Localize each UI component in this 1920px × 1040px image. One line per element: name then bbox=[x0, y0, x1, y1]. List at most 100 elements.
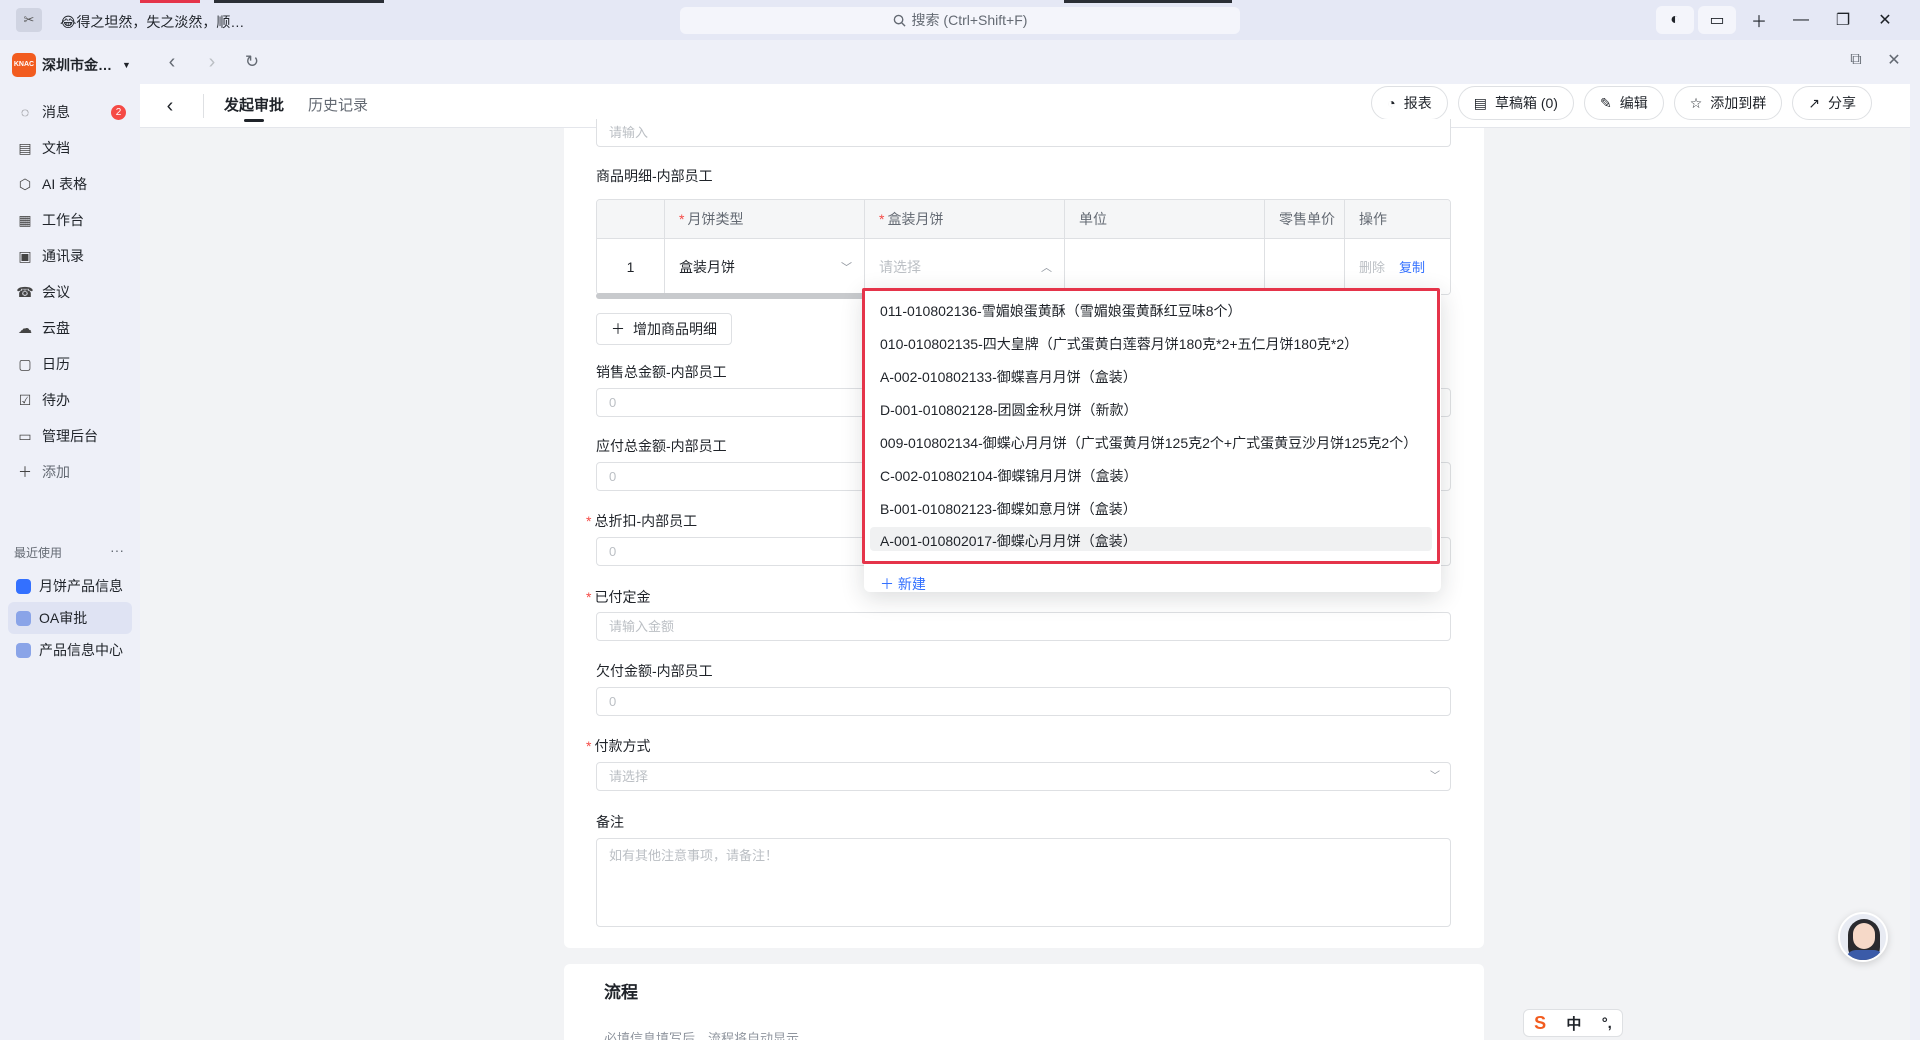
dropdown-option-hovered[interactable]: A-001-010802017-御蝶心月月饼（盒装） bbox=[870, 527, 1432, 551]
ime-mode[interactable]: 中 bbox=[1566, 1013, 1581, 1034]
back-icon[interactable]: ‹ bbox=[158, 48, 186, 76]
sidebar-item-cloud[interactable]: ☁ 云盘 bbox=[10, 310, 132, 346]
sidebar-item-add[interactable]: ＋ 添加 bbox=[10, 454, 132, 490]
type-select[interactable]: 盒装月饼 ﹀ bbox=[665, 239, 865, 294]
sidebar-item-label: 云盘 bbox=[42, 320, 70, 336]
sidebar-item-todo[interactable]: ☑ 待办 bbox=[10, 382, 132, 418]
remark-textarea[interactable]: 如有其他注意事项，请备注！ bbox=[596, 838, 1451, 927]
assistant-avatar[interactable] bbox=[1838, 912, 1888, 962]
tab-strip-marker bbox=[214, 0, 384, 3]
dropdown-option[interactable]: C-002-010802104-御蝶锦月月饼（盒装） bbox=[870, 461, 1432, 491]
add-to-group-button[interactable]: ☆ 添加到群 bbox=[1673, 86, 1783, 120]
recent-title: 最近使用 bbox=[14, 546, 63, 560]
app-icon bbox=[16, 642, 31, 658]
row-index: 1 bbox=[597, 239, 665, 294]
close-icon[interactable]: ✕ bbox=[1866, 6, 1904, 34]
share-button[interactable]: ↗ 分享 bbox=[1792, 86, 1872, 120]
chevron-up-icon: ︿ bbox=[1041, 261, 1052, 274]
unread-badge: 2 bbox=[111, 105, 126, 120]
avatar-face bbox=[1853, 923, 1875, 949]
new-icon[interactable]: ＋ bbox=[1740, 6, 1778, 34]
drafts-label: 草稿箱 (0) bbox=[1494, 95, 1558, 111]
ime-punct[interactable]: °, bbox=[1602, 1015, 1612, 1032]
add-detail-button[interactable]: ＋ 增加商品明细 bbox=[596, 313, 732, 345]
tab-strip-marker bbox=[140, 0, 200, 3]
search-placeholder: 搜索 (Ctrl+Shift+F) bbox=[911, 12, 1028, 28]
new-option-button[interactable]: ＋ 新建 bbox=[880, 574, 926, 594]
previous-field-input[interactable]: 请输入 bbox=[596, 119, 1451, 147]
popout-icon[interactable]: ⧉ bbox=[1844, 48, 1868, 72]
close-tab-icon[interactable]: ✕ bbox=[1882, 48, 1906, 72]
global-search[interactable]: 搜索 (Ctrl+Shift+F) bbox=[680, 7, 1240, 34]
unit-cell bbox=[1065, 239, 1265, 294]
sidebar-item-docs[interactable]: ▤ 文档 bbox=[10, 130, 132, 166]
sidebar-item-ai-table[interactable]: ⬡ AI 表格 bbox=[10, 166, 132, 202]
dropdown-option[interactable]: D-001-010802128-团圆金秋月饼（新款） bbox=[870, 395, 1432, 425]
dropdown-option[interactable]: 010-010802135-四大皇牌（广式蛋黄白莲蓉月饼180克*2+五仁月饼1… bbox=[870, 329, 1432, 359]
org-name: 深圳市金… bbox=[42, 57, 112, 73]
dropdown-option[interactable]: B-001-010802123-御蝶如意月饼（盒装） bbox=[870, 494, 1432, 524]
sidebar-item-label: 通讯录 bbox=[42, 248, 84, 264]
table-scrollbar[interactable] bbox=[596, 293, 866, 299]
share-label: 分享 bbox=[1828, 95, 1856, 111]
delete-link[interactable]: 删除 bbox=[1359, 257, 1385, 276]
col-price: 零售单价 bbox=[1265, 200, 1345, 238]
edit-button[interactable]: ✎ 编辑 bbox=[1583, 86, 1664, 120]
sidebar-item-workbench[interactable]: ▦ 工作台 bbox=[10, 202, 132, 238]
share-icon: ↗ bbox=[1808, 94, 1820, 111]
tab-start-approval[interactable]: 发起审批 bbox=[224, 84, 284, 128]
report-button[interactable]: ◔ 报表 bbox=[1371, 86, 1448, 120]
sidebar-item-label: 日历 bbox=[42, 356, 70, 372]
sidebar-item-admin[interactable]: ▭ 管理后台 bbox=[10, 418, 132, 454]
sidebar-item-meeting[interactable]: ☎ 会议 bbox=[10, 274, 132, 310]
recent-item-mooncake[interactable]: 月饼产品信息 bbox=[8, 570, 132, 602]
plus-icon: ＋ bbox=[611, 321, 625, 337]
chart-icon: ◔ bbox=[1387, 95, 1396, 111]
nav-list: ◌ 消息 2 ▤ 文档 ⬡ AI 表格 ▦ 工作台 ▣ 通讯录 ☎ 会议 ☁ 云盘 ▢ 日历 ☑ 待… bbox=[10, 94, 132, 490]
drafts-button[interactable]: ▤ 草稿箱 (0) bbox=[1457, 86, 1574, 120]
app-icon bbox=[16, 610, 31, 626]
recent-item-label: 月饼产品信息 bbox=[39, 578, 123, 594]
recent-header: 最近使用 ··· bbox=[14, 542, 124, 561]
dropdown-option[interactable]: A-002-010802133-御蝶喜月月饼（盒装） bbox=[870, 362, 1432, 392]
owed-input[interactable]: 0 bbox=[596, 687, 1451, 716]
field-label-owed: 欠付金额-内部员工 bbox=[596, 661, 713, 681]
calendar-icon: ▢ bbox=[18, 355, 32, 372]
caret-down-icon: ▼ bbox=[122, 60, 131, 70]
copy-link[interactable]: 复制 bbox=[1399, 257, 1425, 276]
required-mark: * bbox=[679, 211, 685, 227]
search-icon bbox=[893, 14, 906, 27]
recent-item-oa[interactable]: OA审批 bbox=[8, 602, 132, 634]
meeting-icon: ☎ bbox=[16, 283, 34, 300]
ime-toolbar[interactable]: S 中 °, bbox=[1523, 1009, 1623, 1037]
deposit-input[interactable]: 请输入金额 bbox=[596, 612, 1451, 641]
more-dots-icon[interactable]: ··· bbox=[110, 542, 124, 558]
restore-icon[interactable]: ❐ bbox=[1824, 6, 1862, 34]
doc-icon: ▤ bbox=[18, 139, 32, 156]
user-status[interactable]: 😂得之坦然，失之淡然，顺… bbox=[60, 12, 244, 32]
tab-history[interactable]: 历史记录 bbox=[308, 84, 368, 128]
col-type: * 月饼类型 bbox=[665, 200, 865, 238]
recent-item-product[interactable]: 产品信息中心 bbox=[8, 634, 132, 666]
dropdown-option[interactable]: 011-010802136-雪媚娘蛋黄酥（雪媚娘蛋黄酥红豆味8个） bbox=[870, 296, 1432, 326]
org-switcher[interactable]: KNAC 深圳市金… ▼ bbox=[12, 50, 131, 80]
detail-table: * 月饼类型 * 盒装月饼 单位 零售单价 操作 1 盒装月饼 ﹀ 请选择 ︿ 删除 复制 bbox=[596, 199, 1451, 295]
app-logo-icon[interactable]: ✂ bbox=[16, 8, 42, 32]
sidebar-item-label: 会议 bbox=[42, 284, 70, 300]
back-arrow-icon[interactable]: ‹ bbox=[156, 92, 184, 120]
sidebar-item-calendar[interactable]: ▢ 日历 bbox=[10, 346, 132, 382]
payment-method-select[interactable]: 请选择 ﹀ bbox=[596, 762, 1451, 791]
minimize-icon[interactable]: — bbox=[1782, 6, 1820, 34]
sidebar-item-messages[interactable]: ◌ 消息 2 bbox=[10, 94, 132, 130]
theme-icon[interactable]: ◐ bbox=[1656, 6, 1694, 34]
refresh-icon[interactable]: ↻ bbox=[238, 48, 266, 76]
divider bbox=[203, 94, 204, 118]
screen-icon[interactable]: ▭ bbox=[1698, 6, 1736, 34]
sidebar-item-contacts[interactable]: ▣ 通讯录 bbox=[10, 238, 132, 274]
forward-icon[interactable]: › bbox=[198, 48, 226, 76]
dropdown-option[interactable]: 009-010802134-御蝶心月月饼（广式蛋黄月饼125克2个+广式蛋黄豆沙… bbox=[870, 428, 1432, 458]
contacts-icon: ▣ bbox=[18, 247, 32, 264]
field-label-payable-total: 应付总金额-内部员工 bbox=[596, 436, 727, 456]
box-select[interactable]: 请选择 ︿ bbox=[865, 239, 1065, 294]
required-mark: * bbox=[586, 513, 592, 529]
